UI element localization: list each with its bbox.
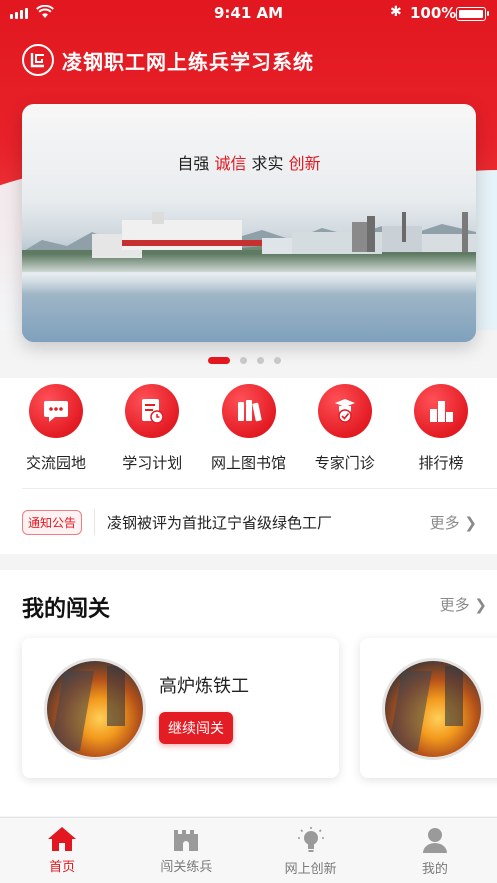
- photo-detail: [387, 671, 433, 751]
- expert-icon: [317, 384, 372, 438]
- lightbulb-icon: [297, 827, 324, 852]
- pager-dot[interactable]: [257, 357, 264, 364]
- slogan-word: 求实: [251, 154, 284, 173]
- continue-challenge-button[interactable]: 继续闯关: [159, 712, 233, 744]
- pager-dot-active[interactable]: [208, 357, 230, 364]
- tab-label: 闯关练兵: [160, 860, 213, 875]
- bluetooth-icon: ✱: [390, 4, 402, 20]
- tab-challenge[interactable]: 闯关练兵: [124, 818, 248, 883]
- slogan-word: 诚信: [214, 154, 247, 173]
- slogan-word: 创新: [288, 154, 321, 173]
- quick-menu-label: 排行榜: [418, 454, 464, 472]
- chat-icon: [29, 384, 83, 438]
- section-more-link[interactable]: 更多 ❯: [440, 594, 487, 615]
- tab-label: 网上创新: [284, 862, 337, 877]
- notice-separator: [94, 509, 96, 535]
- notice-badge: 通知公告: [22, 509, 83, 535]
- app-header: 凌钢职工网上练兵学习系统: [22, 44, 314, 76]
- quick-menu-item-expert[interactable]: 专家门诊: [303, 384, 387, 473]
- castle-icon: [174, 830, 199, 851]
- photo-detail: [49, 671, 95, 751]
- quick-menu-item-library[interactable]: 网上图书馆: [207, 384, 291, 473]
- tab-home[interactable]: 首页: [0, 818, 124, 883]
- challenge-photo: [382, 658, 484, 760]
- chevron-right-icon: ❯: [474, 596, 487, 614]
- quick-menu: 交流园地 学习计划 网上图书馆 专家门诊 排行榜: [0, 384, 497, 473]
- tab-label: 首页: [49, 860, 76, 875]
- photo-detail: [107, 666, 125, 726]
- challenge-card[interactable]: 高炉炼铁工 继续闯关: [22, 638, 339, 778]
- pager-dot[interactable]: [274, 357, 281, 364]
- user-icon: [422, 828, 447, 853]
- challenge-photo: [44, 658, 146, 760]
- quick-menu-label: 专家门诊: [314, 454, 375, 472]
- slogan-word: 自强: [177, 154, 210, 173]
- pager-dot[interactable]: [240, 357, 247, 364]
- ranking-icon: [414, 384, 468, 438]
- banner-mist: [22, 254, 476, 294]
- battery-percent: 100%: [410, 4, 457, 22]
- challenge-card[interactable]: [360, 638, 497, 778]
- divider: [22, 488, 497, 489]
- challenge-name: 高炉炼铁工: [159, 676, 249, 697]
- photo-detail: [445, 666, 463, 726]
- tab-innovation[interactable]: 网上创新: [249, 818, 373, 883]
- tab-profile[interactable]: 我的: [373, 818, 497, 883]
- notice-more-link[interactable]: 更多 ❯: [430, 512, 477, 533]
- notice-text[interactable]: 凌钢被评为首批辽宁省级绿色工厂: [107, 512, 430, 533]
- logo-mark-icon: [30, 53, 44, 68]
- section-more-label: 更多: [439, 596, 470, 614]
- status-bar: 9:41 AM ✱ 100%: [0, 0, 497, 28]
- chevron-right-icon: ❯: [464, 513, 477, 532]
- library-icon: [221, 384, 276, 438]
- banner-slogan: 自强 诚信 求实 创新: [22, 150, 476, 174]
- quick-menu-label: 交流园地: [25, 454, 86, 472]
- home-icon: [48, 827, 77, 851]
- quick-menu-label: 学习计划: [122, 454, 183, 472]
- tab-label: 我的: [421, 862, 448, 877]
- notice-bar[interactable]: 通知公告 凌钢被评为首批辽宁省级绿色工厂 更多 ❯: [22, 507, 477, 537]
- quick-menu-item-ranking[interactable]: 排行榜: [399, 384, 483, 473]
- app-title: 凌钢职工网上练兵学习系统: [62, 49, 314, 74]
- quick-menu-item-study-plan[interactable]: 学习计划: [110, 384, 194, 473]
- tab-bar: 首页 闯关练兵 网上创新 我的: [0, 817, 497, 883]
- quick-menu-label: 网上图书馆: [210, 454, 286, 472]
- banner-pager[interactable]: [208, 357, 281, 364]
- section-title: 我的闯关: [22, 597, 111, 622]
- banner-carousel[interactable]: 自强 诚信 求实 创新: [22, 104, 476, 342]
- company-logo: [22, 44, 54, 76]
- battery-icon: [456, 7, 489, 21]
- notice-more-label: 更多: [429, 513, 460, 532]
- quick-menu-item-exchange[interactable]: 交流园地: [14, 384, 98, 473]
- study-plan-icon: [125, 384, 180, 438]
